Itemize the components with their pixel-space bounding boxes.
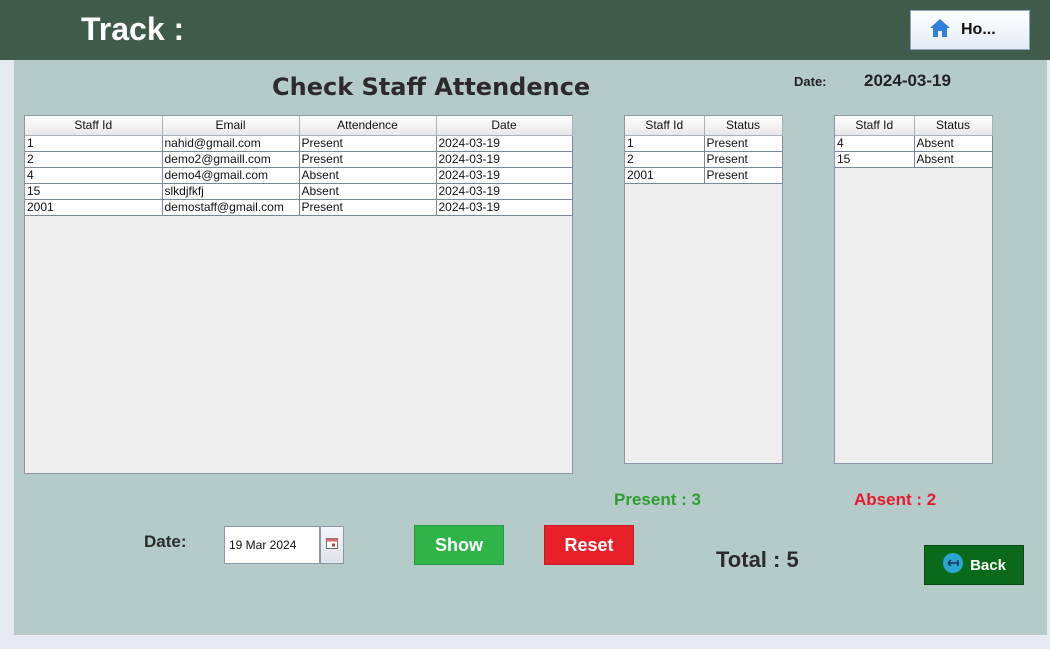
app-title: Track : <box>81 11 185 47</box>
back-arrow-icon <box>942 552 964 578</box>
date-input[interactable]: 19 Mar 2024 <box>224 526 320 564</box>
cell-status[interactable]: Present <box>704 167 783 184</box>
table-row[interactable]: 2001 Present <box>625 167 783 184</box>
column-header-status[interactable]: Status <box>914 116 993 136</box>
calendar-icon <box>326 536 338 554</box>
current-date: 2024-03-19 <box>864 71 951 90</box>
cell-attendence[interactable]: Absent <box>299 167 437 184</box>
cell-status[interactable]: Absent <box>914 151 993 168</box>
table-row[interactable]: 15 Absent <box>835 151 993 168</box>
cell-date[interactable]: 2024-03-19 <box>436 151 573 168</box>
cell-staff-id[interactable]: 2 <box>625 151 705 168</box>
present-count: Present : 3 <box>614 490 701 509</box>
cell-staff-id[interactable]: 15 <box>835 151 915 168</box>
table-row[interactable]: 2 Present <box>625 151 783 168</box>
date-picker-label: Date: <box>144 532 187 551</box>
left-border <box>0 60 14 649</box>
back-button-label: Back <box>970 556 1006 574</box>
attendance-table: Staff Id Email Attendence Date 1 nahid@g… <box>25 116 573 216</box>
cell-attendence[interactable]: Present <box>299 135 437 152</box>
column-header-staff-id[interactable]: Staff Id <box>625 116 705 136</box>
column-header-staff-id[interactable]: Staff Id <box>25 116 163 136</box>
cell-email[interactable]: demo2@gmaill.com <box>162 151 300 168</box>
table-row[interactable]: 1 nahid@gmail.com Present 2024-03-19 <box>25 135 573 152</box>
cell-staff-id[interactable]: 2001 <box>25 199 163 216</box>
table-row[interactable]: 15 slkdjfkfj Absent 2024-03-19 <box>25 183 573 200</box>
cell-attendence[interactable]: Present <box>299 199 437 216</box>
table-row[interactable]: 4 Absent <box>835 135 993 152</box>
cell-status[interactable]: Present <box>704 151 783 168</box>
present-table-container[interactable]: Staff Id Status 1 Present 2 Present 2001… <box>624 115 783 464</box>
total-count: Total : 5 <box>716 547 799 572</box>
absent-table-container[interactable]: Staff Id Status 4 Absent 15 Absent <box>834 115 993 464</box>
cell-email[interactable]: slkdjfkfj <box>162 183 300 200</box>
reset-button[interactable]: Reset <box>544 525 634 565</box>
show-button[interactable]: Show <box>414 525 504 565</box>
home-icon <box>929 18 951 43</box>
cell-staff-id[interactable]: 4 <box>25 167 163 184</box>
cell-email[interactable]: demo4@gmail.com <box>162 167 300 184</box>
column-header-staff-id[interactable]: Staff Id <box>835 116 915 136</box>
cell-staff-id[interactable]: 1 <box>625 135 705 152</box>
back-button[interactable]: Back <box>924 545 1024 585</box>
cell-date[interactable]: 2024-03-19 <box>436 199 573 216</box>
table-row[interactable]: 4 demo4@gmail.com Absent 2024-03-19 <box>25 167 573 184</box>
absent-count: Absent : 2 <box>854 490 937 509</box>
window: Track : Ho... Check Staff Attendence Dat… <box>0 0 1050 649</box>
cell-staff-id[interactable]: 4 <box>835 135 915 152</box>
date-label: Date: <box>794 74 827 89</box>
calendar-button[interactable] <box>320 526 344 564</box>
cell-email[interactable]: demostaff@gmail.com <box>162 199 300 216</box>
present-table: Staff Id Status 1 Present 2 Present 2001… <box>625 116 783 184</box>
cell-staff-id[interactable]: 15 <box>25 183 163 200</box>
cell-status[interactable]: Absent <box>914 135 993 152</box>
attendance-table-container[interactable]: Staff Id Email Attendence Date 1 nahid@g… <box>24 115 573 474</box>
table-row[interactable]: 1 Present <box>625 135 783 152</box>
column-header-date[interactable]: Date <box>436 116 573 136</box>
header-bar: Track : Ho... <box>0 0 1050 60</box>
column-header-attendence[interactable]: Attendence <box>299 116 437 136</box>
table-row[interactable]: 2001 demostaff@gmail.com Present 2024-03… <box>25 199 573 216</box>
page-title: Check Staff Attendence <box>272 73 591 101</box>
column-header-status[interactable]: Status <box>704 116 783 136</box>
home-button[interactable]: Ho... <box>910 10 1030 50</box>
cell-status[interactable]: Present <box>704 135 783 152</box>
home-button-label: Ho... <box>961 21 996 38</box>
cell-staff-id[interactable]: 2 <box>25 151 163 168</box>
cell-staff-id[interactable]: 2001 <box>625 167 705 184</box>
cell-staff-id[interactable]: 1 <box>25 135 163 152</box>
cell-date[interactable]: 2024-03-19 <box>436 135 573 152</box>
cell-email[interactable]: nahid@gmail.com <box>162 135 300 152</box>
cell-date[interactable]: 2024-03-19 <box>436 167 573 184</box>
absent-table: Staff Id Status 4 Absent 15 Absent <box>835 116 993 168</box>
table-row[interactable]: 2 demo2@gmaill.com Present 2024-03-19 <box>25 151 573 168</box>
cell-attendence[interactable]: Absent <box>299 183 437 200</box>
cell-attendence[interactable]: Present <box>299 151 437 168</box>
column-header-email[interactable]: Email <box>162 116 300 136</box>
cell-date[interactable]: 2024-03-19 <box>436 183 573 200</box>
